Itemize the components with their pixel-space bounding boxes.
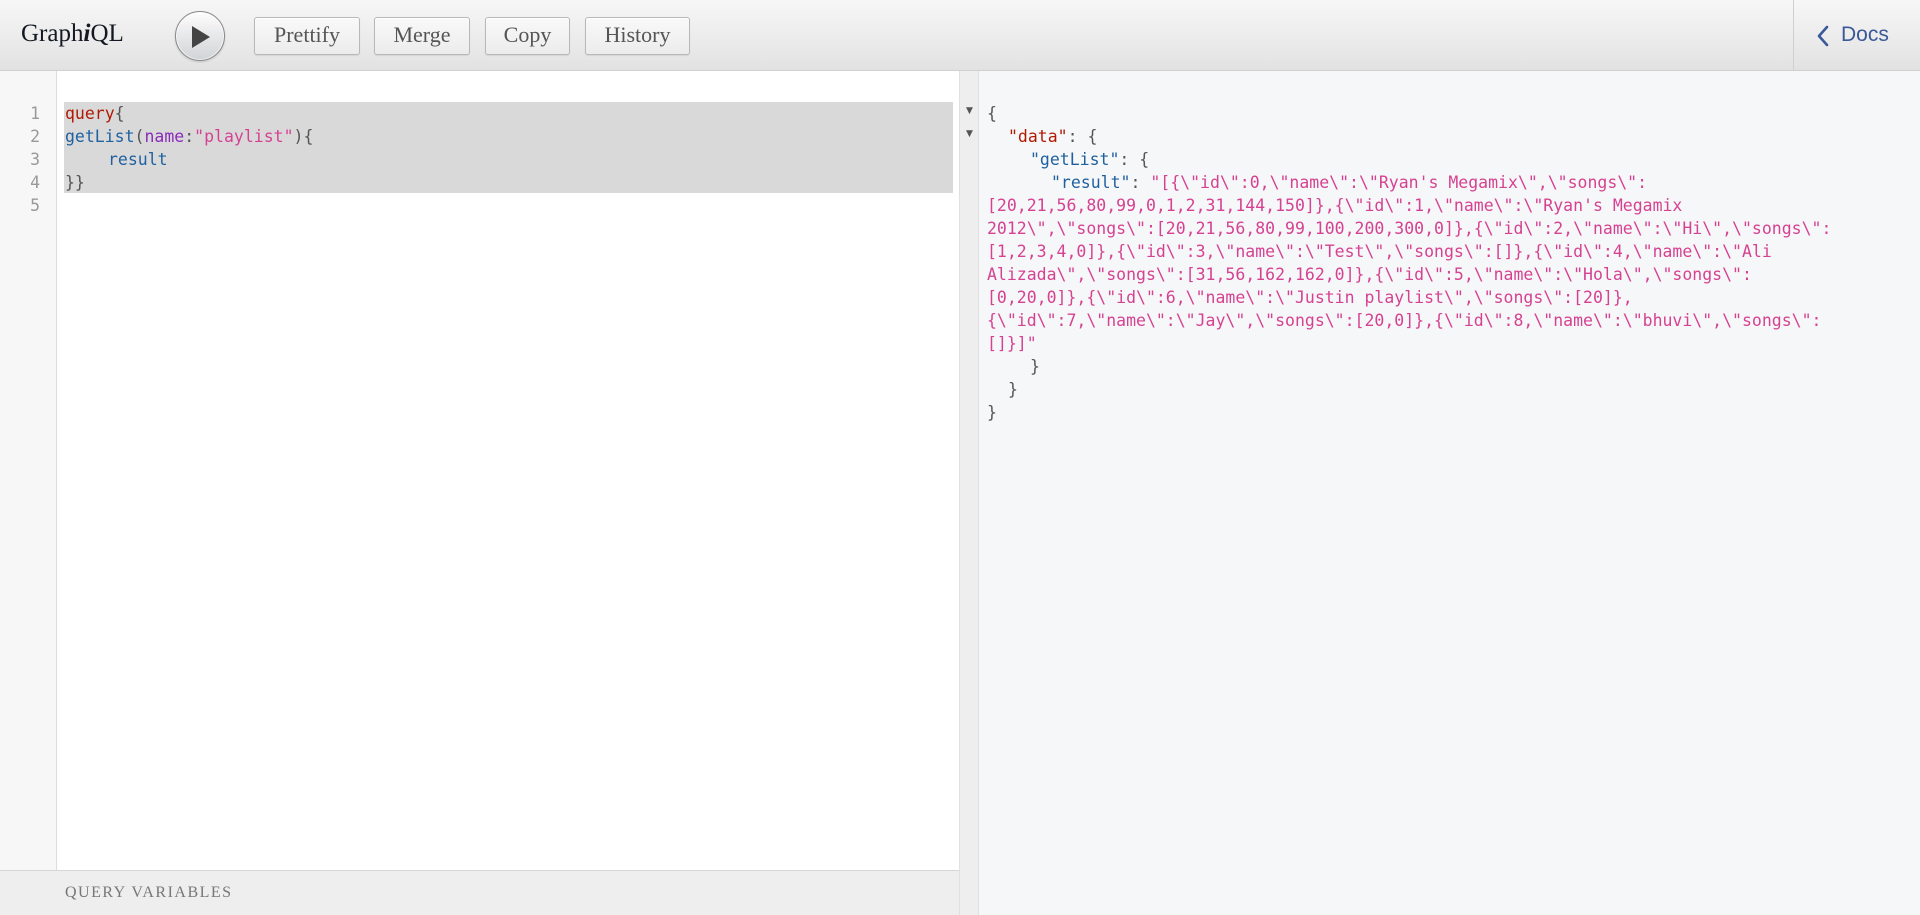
result-value-line: {\"id\":7,\"name\":\"Jay\",\"songs\":[20…: [987, 311, 1822, 330]
graphiql-app: GraphiQL Prettify Merge Copy History Doc…: [0, 0, 1920, 915]
query-keyword: query: [65, 104, 115, 123]
result-value-line: [1,2,3,4,0]},{\"id\":3,\"name\":\"Test\"…: [987, 242, 1772, 261]
result-line-result: "result": "[{\"id\":0,\"name\":\"Ryan's …: [1051, 173, 1648, 192]
copy-button[interactable]: Copy: [485, 17, 570, 55]
docs-label: Docs: [1841, 23, 1889, 46]
result-close-root: }: [987, 403, 997, 422]
result-line-getlist: "getList": {: [1030, 150, 1150, 169]
code-line-2: getList(name:"playlist"){: [65, 125, 313, 148]
code-line-3: result: [108, 148, 168, 171]
line-number: 3: [30, 150, 40, 169]
result-close-data: }: [1008, 380, 1018, 399]
line-number: 4: [30, 173, 40, 192]
result-key: "result": [1051, 173, 1131, 192]
data-key: "data": [1008, 127, 1068, 146]
open-brace: {: [114, 104, 125, 123]
line-number-gutter: 1 2 3 4 5: [0, 71, 57, 870]
close-braces: }}: [65, 173, 85, 192]
line-number: 1: [30, 104, 40, 123]
result-value-line: Alizada\",\"songs\":[31,56,162,162,0]},{…: [987, 265, 1752, 284]
editor-divider[interactable]: [959, 71, 979, 915]
result-value-line: [20,21,56,80,99,0,1,2,31,144,150]},{\"id…: [987, 196, 1683, 215]
result-close-getlist: }: [1030, 357, 1040, 376]
merge-button[interactable]: Merge: [374, 17, 470, 55]
prettify-button[interactable]: Prettify: [254, 17, 360, 55]
open-paren: (: [134, 127, 145, 146]
result-viewer: { "data": { "getList": { "result": "[{\"…: [979, 71, 1920, 915]
play-icon: [192, 26, 210, 48]
argument-value: "playlist": [194, 127, 294, 146]
fold-arrow-icon[interactable]: ▼: [966, 129, 973, 139]
app-title: GraphiQL: [21, 20, 124, 48]
query-editor[interactable]: 1 2 3 4 5 query{ getList(name:"playlist"…: [0, 71, 959, 870]
execute-query-button[interactable]: [175, 11, 225, 61]
close-paren-brace: ){: [293, 127, 314, 146]
colon: :: [184, 127, 195, 146]
result-value-line: 2012\",\"songs\":[20,21,56,80,99,100,200…: [987, 219, 1832, 238]
query-variables-title: Query Variables: [65, 884, 233, 901]
result-value-line: [0,20,0]},{\"id\":6,\"name\":\"Justin pl…: [987, 288, 1633, 307]
query-variables-toggle[interactable]: Query Variables: [0, 870, 959, 915]
result-value-line: []}]": [987, 334, 1037, 353]
argument-name: name: [144, 127, 185, 146]
title-suffix: QL: [90, 20, 124, 47]
result-value-line: "[{\"id\":0,\"name\":\"Ryan's Megamix\",…: [1150, 173, 1648, 192]
toolbar: GraphiQL Prettify Merge Copy History Doc…: [0, 0, 1920, 71]
line-number: 2: [30, 127, 40, 146]
code-line-1: query{: [65, 102, 125, 125]
history-button[interactable]: History: [585, 17, 690, 55]
field-result: result: [108, 150, 168, 169]
line-number: 5: [30, 196, 40, 215]
field-getlist: getList: [65, 127, 135, 146]
getlist-key: "getList": [1030, 150, 1120, 169]
title-prefix: Graph: [21, 20, 84, 47]
result-line-data: "data": {: [1008, 127, 1098, 146]
code-line-4: }}: [65, 171, 85, 194]
docs-toggle-button[interactable]: Docs: [1793, 0, 1920, 70]
result-open-brace: {: [987, 104, 997, 123]
chevron-left-icon: [1817, 25, 1829, 47]
fold-arrow-icon[interactable]: ▼: [966, 106, 973, 116]
